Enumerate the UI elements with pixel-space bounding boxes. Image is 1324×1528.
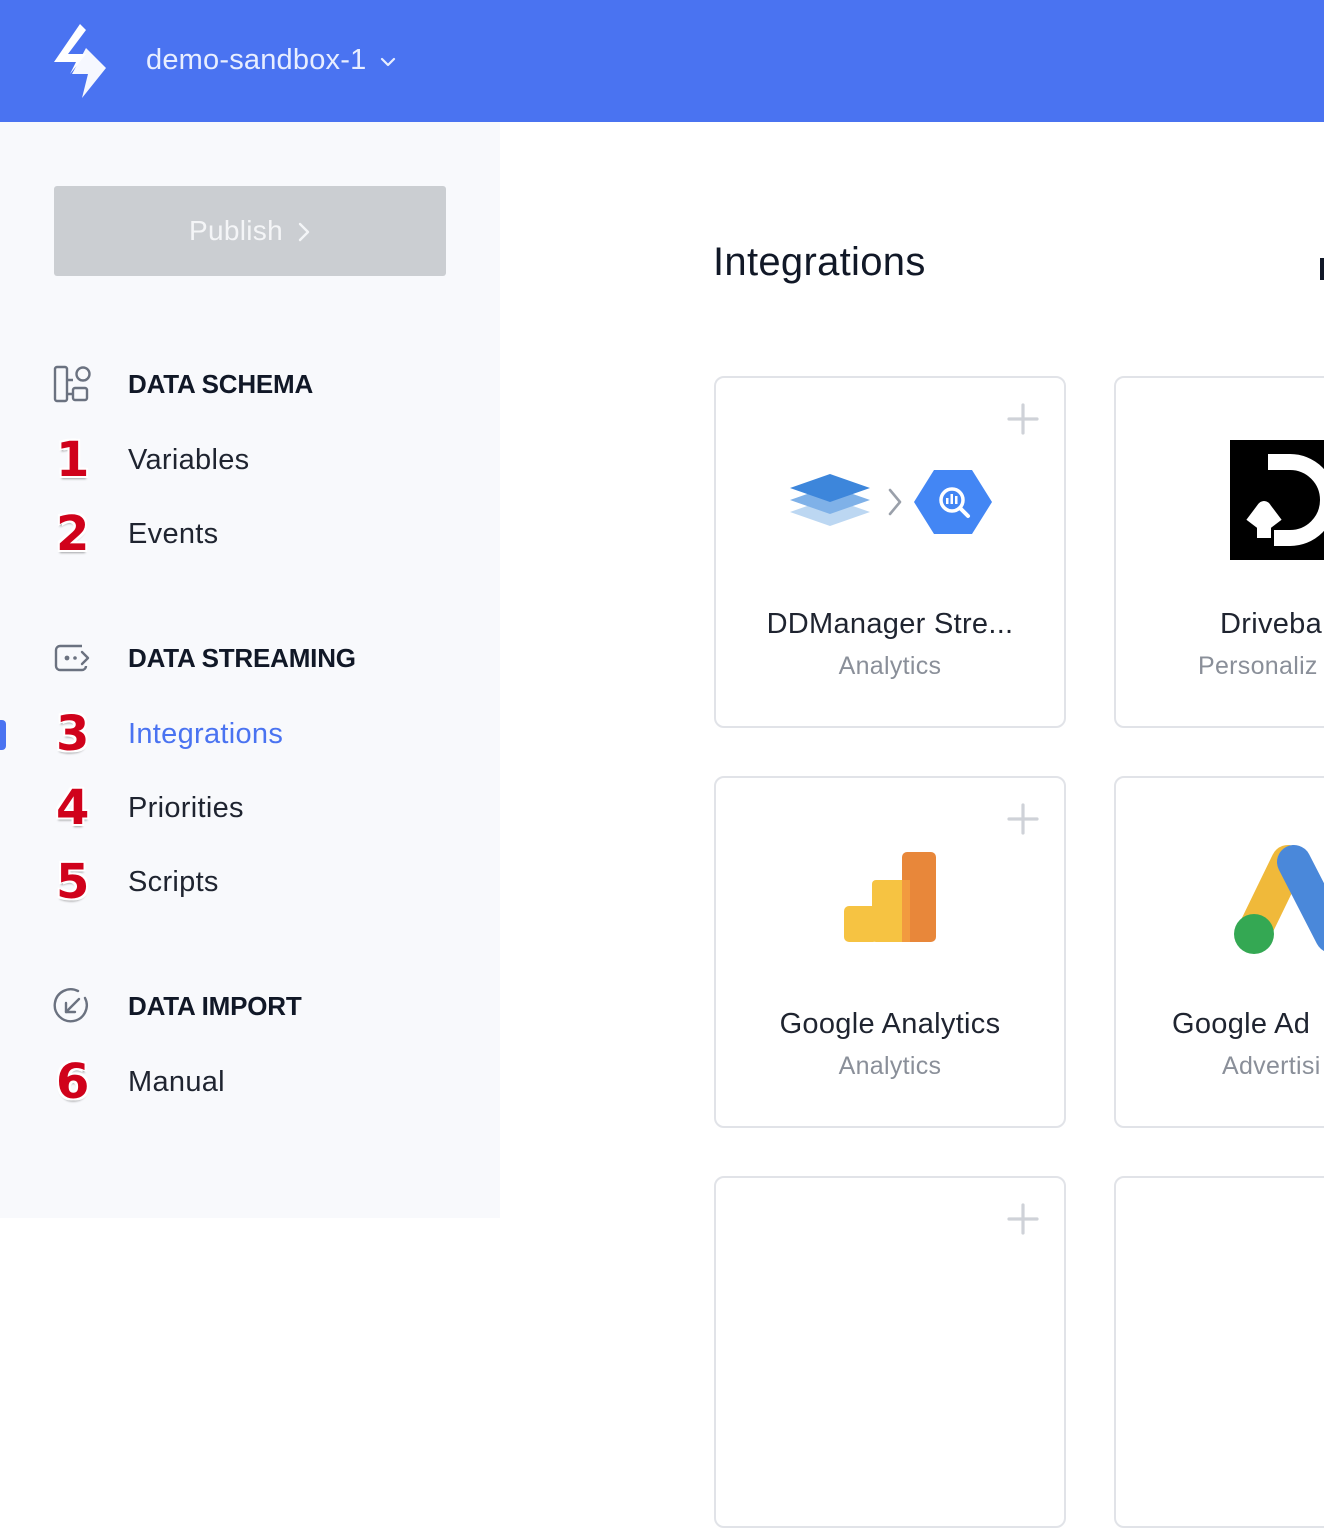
publish-label: Publish <box>189 215 283 246</box>
step-number-badge: 2 <box>56 506 90 562</box>
add-icon[interactable] <box>1006 1202 1040 1236</box>
section-data-streaming: DATA STREAMING <box>52 638 356 678</box>
sidebar-item-label: Variables <box>128 444 250 476</box>
workspace-selector[interactable]: demo-sandbox-1 <box>146 40 396 80</box>
step-number-badge: 1 <box>56 432 90 488</box>
section-title-data-streaming: DATA STREAMING <box>128 642 356 673</box>
ddmanager-bigquery-icon <box>790 470 992 534</box>
add-icon[interactable] <box>1006 402 1040 436</box>
active-indicator <box>0 720 6 750</box>
data-import-icon <box>52 986 92 1026</box>
workspace-name: demo-sandbox-1 <box>146 43 367 76</box>
sidebar-item-label: Events <box>128 518 219 550</box>
google-ads-icon <box>1234 845 1324 954</box>
sidebar-item-label: Priorities <box>128 792 244 824</box>
sidebar: Publish DATA SCHEMA 1 Variables 2 Events <box>0 122 500 1218</box>
integration-card-google-analytics[interactable]: Google Analytics Analytics <box>714 776 1066 1128</box>
sidebar-item-manual[interactable]: 6 Manual <box>0 1052 500 1112</box>
data-streaming-icon <box>52 638 92 678</box>
sidebar-item-scripts[interactable]: 5 Scripts <box>0 852 500 912</box>
section-title-data-import: DATA IMPORT <box>128 990 302 1021</box>
cut-off-element <box>1320 258 1324 280</box>
sidebar-item-variables[interactable]: 1 Variables <box>0 430 500 490</box>
page-title: Integrations <box>713 240 926 284</box>
integration-category: Personaliz <box>1198 652 1318 680</box>
add-icon[interactable] <box>1006 802 1040 836</box>
step-number-badge: 6 <box>56 1054 90 1110</box>
sidebar-item-events[interactable]: 2 Events <box>0 504 500 564</box>
section-data-schema: DATA SCHEMA <box>52 364 313 404</box>
section-data-import: DATA IMPORT <box>52 986 302 1026</box>
step-number-badge: 5 <box>56 854 90 910</box>
data-schema-icon <box>52 364 92 404</box>
google-analytics-icon <box>844 852 936 942</box>
integration-category: Advertisi <box>1222 1052 1321 1080</box>
integration-card-google-ads[interactable]: Google Ad Advertisi <box>1114 776 1324 1128</box>
integration-category: Analytics <box>838 1052 942 1080</box>
section-title-data-schema: DATA SCHEMA <box>128 368 314 399</box>
top-bar: demo-sandbox-1 <box>0 0 1324 122</box>
chevron-down-icon <box>381 57 396 67</box>
driveback-logo <box>1230 440 1324 560</box>
sidebar-item-label: Scripts <box>128 866 219 898</box>
sidebar-item-integrations[interactable]: 3 Integrations <box>0 704 500 764</box>
integration-name: DDManager Stre... <box>766 608 1014 640</box>
publish-button[interactable]: Publish <box>54 186 446 276</box>
integration-name: Google Analytics <box>779 1008 1001 1040</box>
step-number-badge: 4 <box>56 780 90 836</box>
sidebar-item-label: Manual <box>128 1066 225 1098</box>
integration-card[interactable] <box>1114 1176 1324 1528</box>
step-number-badge: 3 <box>56 706 90 762</box>
sidebar-item-priorities[interactable]: 4 Priorities <box>0 778 500 838</box>
integration-card[interactable] <box>714 1176 1066 1528</box>
integration-card-ddmanager[interactable]: DDManager Stre... Analytics <box>714 376 1066 728</box>
app-logo-icon[interactable] <box>50 24 110 100</box>
integration-name: Google Ad <box>1172 1008 1311 1040</box>
integration-name: Driveba <box>1220 608 1323 640</box>
integration-category: Analytics <box>838 652 942 680</box>
sidebar-item-label: Integrations <box>128 718 284 750</box>
integration-card-driveback[interactable]: Driveba Personaliz <box>1114 376 1324 728</box>
chevron-right-icon <box>298 222 310 242</box>
